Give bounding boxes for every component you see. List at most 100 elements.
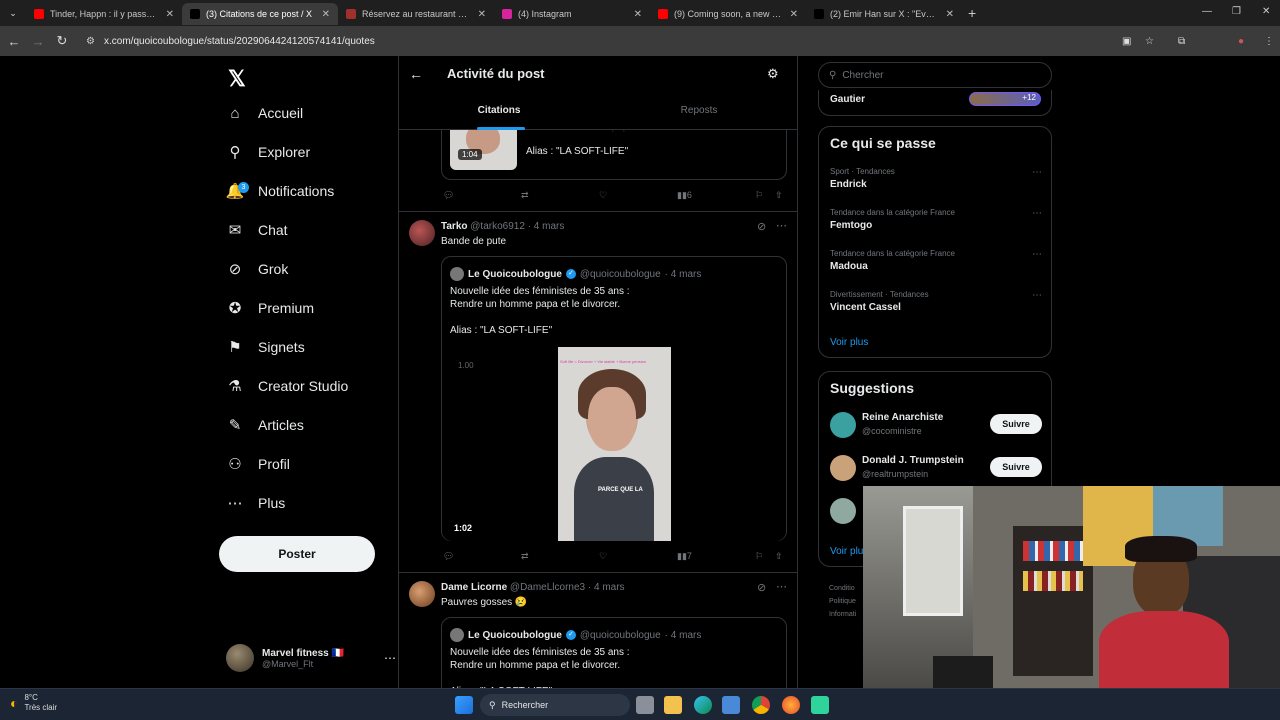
footer-link[interactable]: Politique [829,595,856,608]
quoted-post[interactable]: 1:04 Rendre un homme papa et le divorcer… [441,122,787,180]
close-tab-icon[interactable]: ✕ [322,9,330,20]
taskbar-search[interactable]: ⚲ Rechercher [480,694,630,716]
trend-item[interactable]: Divertissement · Tendances Vincent Cassel… [830,290,1042,313]
quoted-post[interactable]: Le Quoicoubologue ✓ @quoicoubologue · 4 … [441,617,787,688]
tab-reposts[interactable]: Reposts [599,100,797,130]
url-field[interactable]: ⚙ x.com/quoicoubologue/status/20290644241… [82,30,1082,52]
start-icon[interactable] [455,696,473,714]
see-more-link[interactable]: Voir plu [830,546,863,557]
bookmark-star-icon[interactable]: ☆ [1145,36,1154,47]
close-tab-icon[interactable]: ✕ [634,9,642,20]
post-menu-icon[interactable]: ⋯ [776,219,787,232]
views-stat[interactable]: ▮▮ 7 [677,551,692,562]
avatar[interactable] [409,581,435,607]
live-panel[interactable]: Gautier +12 [818,90,1052,116]
trend-menu-icon[interactable]: ⋯ [1032,249,1042,260]
chrome-icon[interactable] [752,696,770,714]
author-handle[interactable]: @DameLlcorne3 [510,582,585,593]
nav-item-accueil[interactable]: ⌂ Accueil [226,104,303,122]
maximize-icon[interactable]: ❐ [1232,6,1241,17]
suggestion-item[interactable]: Reine Anarchiste @cocoministre Suivre [830,410,1042,440]
x-logo-icon[interactable]: 𝕏 [228,66,246,92]
author-handle[interactable]: @tarko6912 [470,221,525,232]
nav-item-explorer[interactable]: ⚲ Explorer [226,143,311,161]
back-icon[interactable]: ← [2,34,26,49]
reply-icon[interactable]: 💬︎ [443,551,454,562]
suggestion-item[interactable]: Donald J. Trumpstein @realtrumpstein Suivr… [830,453,1042,483]
avatar[interactable] [830,498,856,524]
see-more-link[interactable]: Voir plus [830,337,868,348]
store-icon[interactable] [722,696,740,714]
task-view-icon[interactable] [636,696,654,714]
bookmark-icon[interactable]: ⚐ [755,551,763,562]
repost-icon[interactable]: ⇄ [521,551,529,562]
close-tab-icon[interactable]: ✕ [946,9,954,20]
video-player[interactable]: 1.00 Soft life = Divorcer + Vie stable +… [442,347,786,541]
browser-tab[interactable]: (4) Instagram ✕ [494,3,650,25]
close-tab-icon[interactable]: ✕ [790,9,798,20]
avatar[interactable] [830,455,856,481]
profile-icon[interactable]: ● [1238,36,1244,47]
close-tab-icon[interactable]: ✕ [166,9,174,20]
tab-list-button[interactable]: ⌄ [0,8,26,19]
tab-citations[interactable]: Citations [399,100,599,130]
nav-item-grok[interactable]: ⊘ Grok [226,260,289,278]
follow-button[interactable]: Suivre [990,457,1042,477]
post-date[interactable]: · 4 mars [528,221,565,232]
footer-link[interactable]: Informati [829,608,856,621]
extensions-icon[interactable]: ⧉ [1178,36,1185,47]
new-tab-button[interactable]: + [968,5,976,21]
author-name[interactable]: Tarko [441,221,468,232]
browser-tab[interactable]: Tinder, Happn : il y passe 3h pa ✕ [26,3,182,25]
app-icon[interactable] [811,696,829,714]
back-arrow-icon[interactable]: ← [409,66,423,82]
search-field[interactable]: ⚲ Chercher [818,62,1052,88]
post-button[interactable]: Poster [219,536,375,572]
share-icon[interactable]: ⇧ [775,190,783,201]
footer-link[interactable]: Conditio [829,582,856,595]
author-name[interactable]: Dame Licorne [441,582,507,593]
trend-menu-icon[interactable]: ⋯ [1032,208,1042,219]
trend-menu-icon[interactable]: ⋯ [1032,167,1042,178]
close-tab-icon[interactable]: ✕ [478,9,486,20]
repost-icon[interactable]: ⇄ [521,190,529,201]
nav-item-plus[interactable]: ⋯ Plus [226,494,286,512]
nav-item-profil[interactable]: ⚇ Profil [226,455,290,473]
close-window-icon[interactable]: ✕ [1262,6,1270,17]
forward-icon[interactable]: → [26,34,50,49]
edge-icon[interactable] [694,696,712,714]
minimize-icon[interactable]: — [1202,6,1212,17]
trend-item[interactable]: Tendance dans la catégorie France Madoua ⋯ [830,249,1042,272]
filter-icon[interactable]: ⚙ [767,66,779,82]
reload-icon[interactable]: ↻ [50,33,74,49]
follow-button[interactable]: Suivre [990,414,1042,434]
site-info-icon[interactable]: ⚙ [86,36,95,47]
grok-icon[interactable]: ⊘ [757,581,766,594]
nav-item-articles[interactable]: ✎ Articles [226,416,304,434]
post-menu-icon[interactable]: ⋯ [776,580,787,593]
file-explorer-icon[interactable] [664,696,682,714]
weather-widget[interactable]: ◐ 8°C Très clair [10,693,57,713]
browser-tab[interactable]: (3) Citations de ce post / X ✕ [182,3,338,25]
nav-item-signets[interactable]: ⚑ Signets [226,338,304,356]
firefox-icon[interactable] [782,696,800,714]
menu-icon[interactable]: ⋮ [1264,36,1274,47]
video-thumbnail[interactable]: 1:04 [450,124,517,170]
like-icon[interactable]: ♡ [599,551,607,562]
account-switcher[interactable]: Marvel fitness 🇫🇷 @Marvel_Flt ⋯ [226,640,396,676]
like-icon[interactable]: ♡ [599,190,607,201]
browser-tab[interactable]: Réservez au restaurant Le Jules ✕ [338,3,494,25]
browser-tab[interactable]: (9) Coming soon, a new RPG fro ✕ [650,3,806,25]
bookmark-icon[interactable]: ⚐ [755,190,763,201]
trend-item[interactable]: Tendance dans la catégorie France Femtogo… [830,208,1042,231]
post-date[interactable]: · 4 mars [588,582,625,593]
install-icon[interactable]: ▣ [1122,36,1131,47]
avatar[interactable] [830,412,856,438]
nav-item-creator-studio[interactable]: ⚗ Creator Studio [226,377,348,395]
quoted-post[interactable]: Le Quoicoubologue ✓ @quoicoubologue · 4 … [441,256,787,541]
grok-icon[interactable]: ⊘ [757,220,766,233]
more-icon[interactable]: ⋯ [384,651,396,665]
avatar[interactable] [409,220,435,246]
nav-item-premium[interactable]: ✪ Premium [226,299,314,317]
trend-item[interactable]: Sport · Tendances Endrick ⋯ [830,167,1042,190]
